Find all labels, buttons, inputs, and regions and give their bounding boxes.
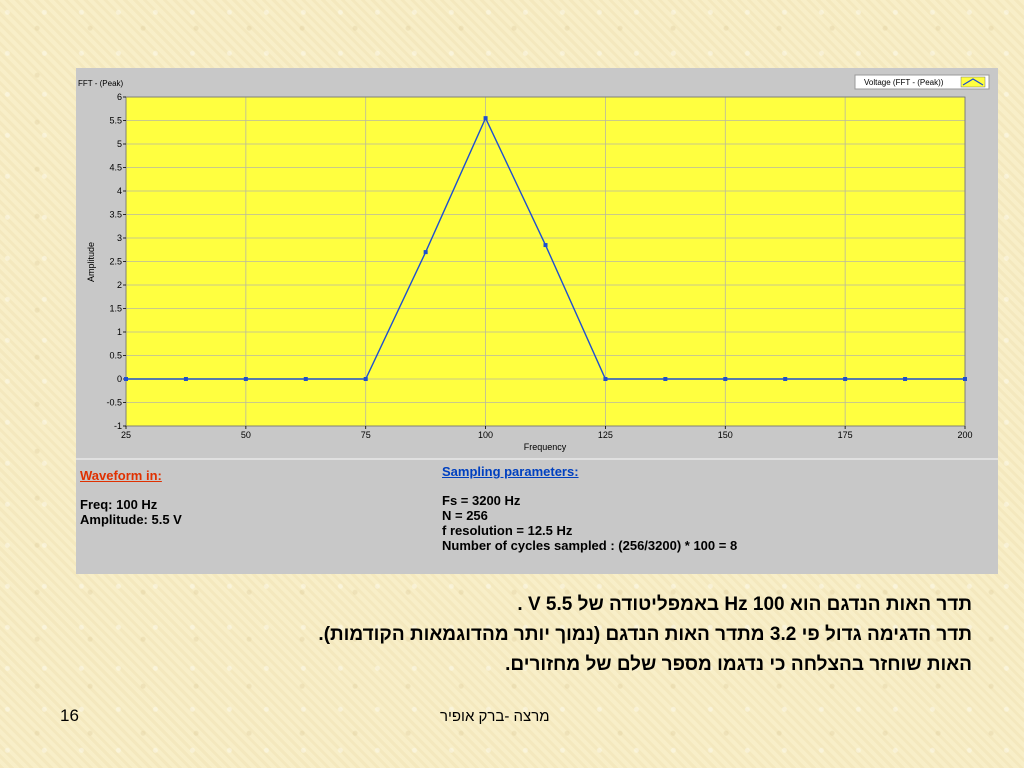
hebrew-text: תדר האות הנדגם הוא 100 Hz באמפליטודה של … — [32, 590, 972, 680]
x-tick-label: 25 — [121, 430, 131, 440]
data-point — [124, 377, 128, 381]
y-tick-label: 2 — [117, 280, 122, 290]
x-tick-label: 50 — [241, 430, 251, 440]
chart-panel: FFT - (Peak) Voltage (FFT - (Peak)) -1 -0… — [76, 68, 998, 574]
x-tick-label: 150 — [718, 430, 733, 440]
plot-title: FFT - (Peak) — [78, 79, 124, 88]
legend-label: Voltage (FFT - (Peak)) — [864, 78, 944, 87]
y-tick-label: 6 — [117, 92, 122, 102]
x-tick-label: 75 — [361, 430, 371, 440]
data-point — [423, 250, 428, 255]
data-point — [783, 377, 788, 381]
data-point — [663, 377, 668, 381]
sampling-heading: Sampling parameters: — [442, 464, 579, 479]
data-point — [183, 377, 188, 381]
y-tick-label: -0.5 — [106, 398, 122, 408]
n-value: N = 256 — [442, 508, 488, 523]
amplitude-value: Amplitude: 5.5 V — [80, 512, 182, 527]
data-point — [963, 377, 967, 381]
data-point — [543, 243, 548, 248]
y-tick-label: 2.5 — [109, 257, 122, 267]
y-tick-label: 4.5 — [109, 163, 122, 173]
data-point — [603, 377, 608, 381]
data-point — [723, 377, 728, 381]
x-tick-label: 175 — [838, 430, 853, 440]
data-point — [243, 377, 248, 381]
fs-value: Fs = 3200 Hz — [442, 493, 521, 508]
sampling-section: Sampling parameters: Fs = 3200 Hz N = 25… — [442, 464, 737, 553]
f-resolution-value: f resolution = 12.5 Hz — [442, 523, 573, 538]
x-tick-label: 200 — [957, 430, 972, 440]
x-axis: 25 50 75 100 125 150 175 200 — [121, 426, 973, 440]
legend: Voltage (FFT - (Peak)) — [854, 74, 990, 90]
y-tick-label: 4 — [117, 186, 122, 196]
y-axis: -1-0.500.511.522.533.544.555.56 — [106, 92, 126, 431]
y-tick-label: 0.5 — [109, 351, 122, 361]
footer-author: מרצה -ברק אופיר — [440, 708, 550, 725]
freq-value: Freq: 100 Hz — [80, 497, 158, 512]
data-point — [843, 377, 848, 381]
cycles-value: Number of cycles sampled : (256/3200) * … — [442, 538, 738, 553]
x-axis-title: Frequency — [524, 442, 567, 452]
y-tick-label: 5 — [117, 139, 122, 149]
text-line-1: תדר האות הנדגם הוא 100 Hz באמפליטודה של … — [517, 594, 972, 615]
y-tick-label: 3.5 — [109, 210, 122, 220]
x-tick-label: 125 — [598, 430, 613, 440]
data-point — [363, 377, 368, 381]
text-line-3: האות שוחזר בהצלחה כי נדגמו מספר שלם של מ… — [505, 654, 972, 675]
x-tick-label: 100 — [478, 430, 493, 440]
data-point — [303, 377, 308, 381]
y-tick-label: 1.5 — [109, 304, 122, 314]
y-tick-label: 5.5 — [109, 116, 122, 126]
data-point — [903, 377, 908, 381]
waveform-section: Waveform in: Freq: 100 Hz Amplitude: 5.5… — [80, 468, 182, 527]
fft-chart: FFT - (Peak) Voltage (FFT - (Peak)) -1-0… — [78, 74, 990, 452]
data-point — [483, 116, 488, 121]
page-number: 16 — [60, 706, 79, 725]
info-panel: Waveform in: Freq: 100 Hz Amplitude: 5.5… — [76, 458, 998, 574]
y-tick-label: 1 — [117, 327, 122, 337]
y-axis-title: Amplitude — [86, 242, 96, 282]
waveform-heading: Waveform in: — [80, 468, 162, 483]
y-tick-label: 0 — [117, 374, 122, 384]
text-line-2: תדר הדגימה גדול פי 3.2 מתדר האות הנדגם (… — [318, 624, 972, 645]
y-tick-label: 3 — [117, 233, 122, 243]
